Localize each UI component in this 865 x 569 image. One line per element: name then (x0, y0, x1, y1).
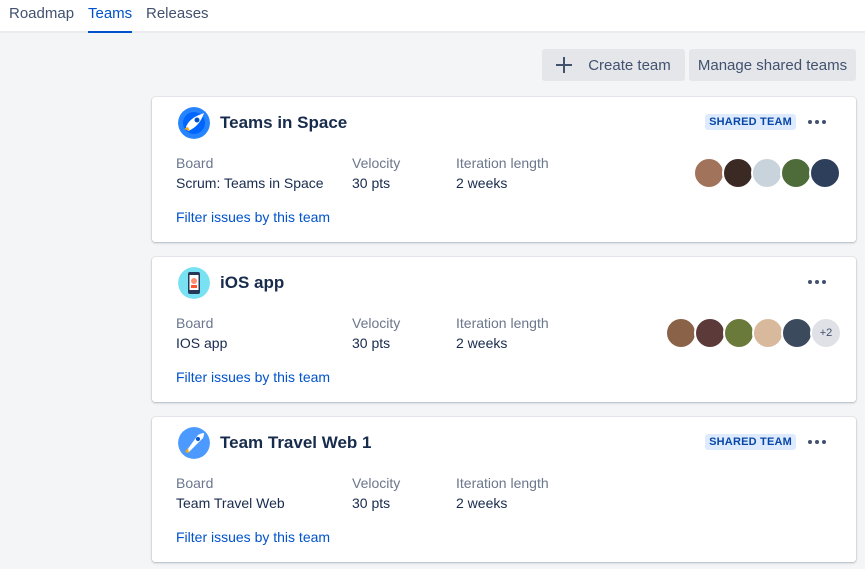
more-actions-button[interactable] (808, 115, 826, 129)
iteration-label: Iteration length (456, 315, 549, 331)
velocity-label: Velocity (352, 315, 401, 331)
avatar[interactable] (780, 157, 812, 189)
board-value: IOS app (176, 335, 228, 351)
board-value: Team Travel Web (176, 495, 285, 511)
avatar[interactable] (665, 317, 697, 349)
velocity-value: 30 pts (352, 495, 391, 511)
rocket-planet-icon (178, 107, 210, 139)
tab-releases[interactable]: Releases (146, 5, 209, 23)
avatar[interactable] (722, 157, 754, 189)
create-team-button[interactable]: Create team (542, 49, 685, 81)
team-card: Teams in Space SHARED TEAM Board Velocit… (152, 97, 856, 242)
filter-issues-link[interactable]: Filter issues by this team (176, 369, 330, 385)
team-name: iOS app (220, 273, 285, 292)
avatar[interactable] (693, 157, 725, 189)
avatar[interactable] (723, 317, 755, 349)
dot-icon (808, 440, 812, 444)
top-nav: Roadmap Teams Releases (0, 0, 865, 33)
tab-teams[interactable]: Teams (88, 5, 133, 33)
rocket-launch-icon (178, 427, 210, 459)
dot-icon (808, 120, 812, 124)
board-label: Board (176, 315, 214, 331)
avatar[interactable] (752, 317, 784, 349)
iteration-value: 2 weeks (456, 495, 508, 511)
velocity-label: Velocity (352, 475, 401, 491)
create-team-label: Create team (588, 56, 671, 74)
tab-roadmap[interactable]: Roadmap (9, 5, 74, 23)
team-card: iOS app Board Velocity Iteration length … (152, 257, 856, 402)
manage-shared-teams-button[interactable]: Manage shared teams (689, 49, 856, 81)
avatar[interactable] (781, 317, 813, 349)
velocity-value: 30 pts (352, 175, 391, 191)
avatar[interactable] (809, 157, 841, 189)
dot-icon (822, 120, 826, 124)
velocity-label: Velocity (352, 155, 401, 171)
team-name: Team Travel Web 1 (220, 433, 372, 452)
team-name: Teams in Space (220, 113, 348, 132)
dot-icon (822, 280, 826, 284)
iteration-label: Iteration length (456, 475, 549, 491)
more-actions-button[interactable] (808, 275, 826, 289)
shared-team-badge: SHARED TEAM (705, 114, 796, 130)
velocity-value: 30 pts (352, 335, 391, 351)
iteration-value: 2 weeks (456, 335, 508, 351)
board-label: Board (176, 475, 214, 491)
avatar[interactable] (751, 157, 783, 189)
mobile-phone-icon (178, 267, 210, 299)
avatar[interactable] (694, 317, 726, 349)
dot-icon (808, 280, 812, 284)
team-card: Team Travel Web 1 SHARED TEAM Board Velo… (152, 417, 856, 562)
filter-issues-link[interactable]: Filter issues by this team (176, 209, 330, 225)
board-label: Board (176, 155, 214, 171)
plus-icon (556, 57, 573, 73)
dot-icon (815, 280, 819, 284)
board-value: Scrum: Teams in Space (176, 175, 324, 191)
filter-issues-link[interactable]: Filter issues by this team (176, 529, 330, 545)
dot-icon (815, 440, 819, 444)
dot-icon (822, 440, 826, 444)
shared-team-badge: SHARED TEAM (705, 434, 796, 450)
more-actions-button[interactable] (808, 435, 826, 449)
more-members-badge[interactable]: +2 (810, 317, 842, 349)
iteration-value: 2 weeks (456, 175, 508, 191)
dot-icon (815, 120, 819, 124)
iteration-label: Iteration length (456, 155, 549, 171)
